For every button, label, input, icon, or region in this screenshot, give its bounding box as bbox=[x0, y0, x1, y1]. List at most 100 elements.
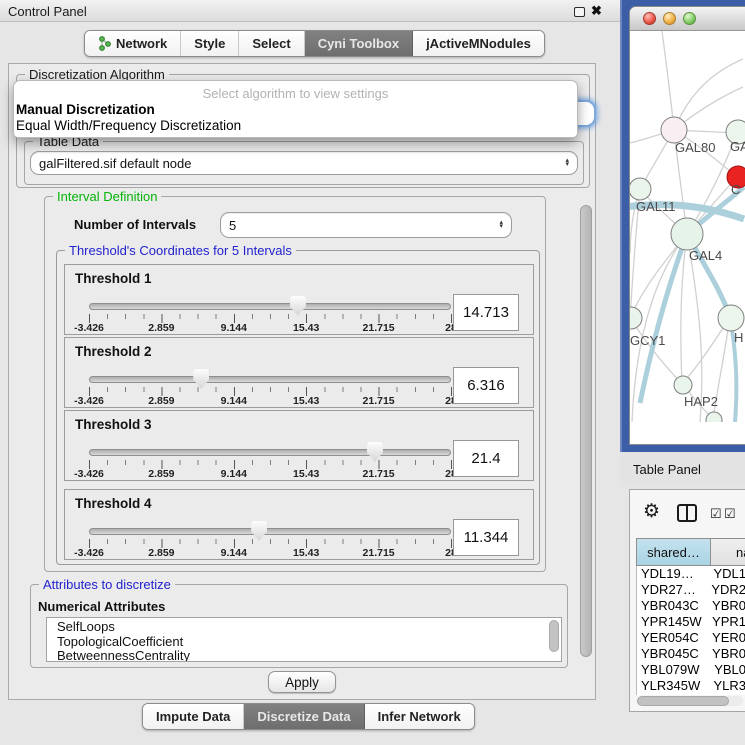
network-node-hap2[interactable] bbox=[674, 376, 692, 394]
network-node-h[interactable] bbox=[718, 305, 744, 331]
close-traffic-light-icon[interactable] bbox=[643, 12, 656, 25]
table-row[interactable]: YDL19…YDL1 bbox=[637, 566, 745, 582]
network-edge[interactable] bbox=[662, 31, 674, 130]
slider-scale-label: -3.426 bbox=[74, 322, 104, 334]
cell-name[interactable]: YPR1 bbox=[712, 614, 745, 629]
cyni-mode-tabs: Impute DataDiscretize DataInfer Network bbox=[142, 703, 475, 730]
tab-jactivemnodules[interactable]: jActiveMNodules bbox=[413, 31, 544, 56]
threshold-slider-track[interactable] bbox=[89, 376, 451, 383]
network-node-gcy1[interactable] bbox=[630, 307, 642, 329]
table-row[interactable]: YBR045CYBR0 bbox=[637, 645, 745, 661]
threshold-value-input[interactable]: 11.344 bbox=[453, 519, 519, 556]
list-scrollbar[interactable] bbox=[549, 620, 559, 652]
cell-name[interactable]: YIL0 bbox=[715, 694, 742, 695]
close-icon[interactable]: ✖ bbox=[591, 3, 602, 19]
table-data-select[interactable]: galFiltered.sif default node ▴▾ bbox=[30, 151, 578, 175]
threshold-value-input[interactable]: 6.316 bbox=[453, 367, 519, 404]
cell-name[interactable]: YDL1 bbox=[713, 566, 745, 581]
cell-shared-name[interactable]: YPR145W bbox=[637, 614, 712, 629]
node-label: GAL11 bbox=[636, 199, 676, 214]
horizontal-scrollbar[interactable] bbox=[637, 696, 743, 706]
table-row[interactable]: YDR27…YDR2 bbox=[637, 582, 745, 598]
slider-scale-label: -3.426 bbox=[74, 395, 104, 407]
tab-select[interactable]: Select bbox=[239, 31, 304, 56]
cell-name[interactable]: YER0 bbox=[712, 630, 745, 645]
apply-button[interactable]: Apply bbox=[268, 671, 336, 693]
attribute-list-item[interactable]: SelfLoops bbox=[57, 620, 561, 635]
float-window-icon[interactable] bbox=[574, 7, 585, 17]
tab-discretize-data[interactable]: Discretize Data bbox=[244, 704, 364, 729]
network-node-gal11[interactable] bbox=[630, 178, 651, 200]
table-row[interactable]: YER054CYER0 bbox=[637, 630, 745, 646]
tab-label: Network bbox=[116, 36, 167, 51]
network-node-gal4[interactable] bbox=[671, 218, 703, 250]
network-edge[interactable] bbox=[674, 59, 743, 130]
slider-scale-label: 2.859 bbox=[148, 322, 174, 334]
number-of-intervals-select[interactable]: 5 ▴▾ bbox=[220, 212, 512, 238]
column-header-shared-name[interactable]: shared… bbox=[637, 539, 711, 565]
threshold-slider-thumb[interactable] bbox=[367, 442, 383, 462]
column-header-name[interactable]: na bbox=[711, 539, 745, 565]
gear-icon[interactable]: ⚙ bbox=[643, 500, 660, 523]
zoom-traffic-light-icon[interactable] bbox=[683, 12, 696, 25]
numerical-attributes-label: Numerical Attributes bbox=[38, 599, 165, 614]
cell-name[interactable]: YBR0 bbox=[712, 598, 745, 613]
minimize-traffic-light-icon[interactable] bbox=[663, 12, 676, 25]
threshold-slider-track[interactable] bbox=[89, 449, 451, 456]
cell-shared-name[interactable]: YBL079W bbox=[637, 662, 714, 677]
slider-scale-label: 15.43 bbox=[293, 547, 319, 559]
cell-shared-name[interactable]: YER054C bbox=[637, 630, 712, 645]
columns-icon[interactable] bbox=[677, 504, 697, 522]
tab-style[interactable]: Style bbox=[181, 31, 239, 56]
table-panel-titlebar: Table Panel bbox=[620, 452, 745, 487]
dropdown-option-manual-discretization[interactable]: Manual Discretization bbox=[16, 102, 155, 117]
cell-name[interactable]: YBL0 bbox=[714, 662, 745, 677]
thresholds-group-title: Threshold's Coordinates for 5 Intervals bbox=[65, 243, 296, 258]
threshold-panel-2: Threshold 2-3.4262.8599.14415.4321.71528… bbox=[64, 337, 534, 408]
threshold-value-input[interactable]: 21.4 bbox=[453, 440, 519, 477]
tab-infer-network[interactable]: Infer Network bbox=[365, 704, 474, 729]
checkbox-icon[interactable]: ☑ bbox=[710, 506, 722, 522]
slider-ticks bbox=[89, 387, 452, 396]
tab-impute-data[interactable]: Impute Data bbox=[143, 704, 244, 729]
cell-shared-name[interactable]: YBR043C bbox=[637, 598, 712, 613]
cell-name[interactable]: YBR0 bbox=[712, 646, 745, 661]
threshold-value-input[interactable]: 14.713 bbox=[453, 294, 519, 331]
slider-ticks bbox=[89, 539, 452, 548]
slider-scale-label: 15.43 bbox=[293, 322, 319, 334]
tab-cyni-toolbox[interactable]: Cyni Toolbox bbox=[305, 31, 413, 56]
stepper-icon: ▴▾ bbox=[565, 159, 569, 168]
table-row[interactable]: YIL052CYIL0 bbox=[637, 693, 745, 695]
threshold-slider-thumb[interactable] bbox=[193, 369, 209, 389]
table-row[interactable]: YLR345WYLR3 bbox=[637, 677, 745, 693]
checkbox-icon[interactable]: ☑ bbox=[724, 506, 736, 522]
node-label: H bbox=[734, 330, 743, 345]
tab-network[interactable]: Network bbox=[85, 31, 181, 56]
cell-shared-name[interactable]: YDL19… bbox=[637, 566, 713, 581]
threshold-slider-thumb[interactable] bbox=[251, 521, 267, 541]
table-row[interactable]: YBR043CYBR0 bbox=[637, 598, 745, 614]
cell-shared-name[interactable]: YLR345W bbox=[637, 678, 713, 693]
table-row[interactable]: YBL079WYBL0 bbox=[637, 661, 745, 677]
attribute-list-item[interactable]: BetweennessCentrality bbox=[57, 649, 561, 662]
threshold-slider-thumb[interactable] bbox=[290, 296, 306, 316]
numerical-attributes-list[interactable]: SelfLoopsTopologicalCoefficientBetweenne… bbox=[46, 617, 562, 662]
threshold-label: Threshold 4 bbox=[75, 496, 152, 511]
threshold-slider-track[interactable] bbox=[89, 528, 451, 535]
threshold-slider-track[interactable] bbox=[89, 303, 451, 310]
vertical-scrollbar[interactable] bbox=[580, 205, 592, 657]
cell-name[interactable]: YDR2 bbox=[711, 582, 745, 597]
cell-shared-name[interactable]: YIL052C bbox=[637, 694, 715, 695]
attribute-list-item[interactable]: TopologicalCoefficient bbox=[57, 635, 561, 650]
table-row[interactable]: YPR145WYPR1 bbox=[637, 614, 745, 630]
network-window-titlebar[interactable] bbox=[630, 7, 745, 31]
horizontal-scrollbar-thumb[interactable] bbox=[637, 696, 729, 706]
table-data-value: galFiltered.sif default node bbox=[39, 156, 191, 171]
cell-shared-name[interactable]: YBR045C bbox=[637, 646, 712, 661]
network-canvas[interactable]: GAL80GACGAL11GAL4GCY1HHAP2 bbox=[630, 31, 745, 422]
cell-shared-name[interactable]: YDR27… bbox=[637, 582, 711, 597]
dropdown-option-equal-width-frequency[interactable]: Equal Width/Frequency Discretization bbox=[16, 118, 241, 133]
threshold-label: Threshold 3 bbox=[75, 417, 152, 432]
slider-scale-label: 9.144 bbox=[221, 395, 247, 407]
cell-name[interactable]: YLR3 bbox=[713, 678, 745, 693]
